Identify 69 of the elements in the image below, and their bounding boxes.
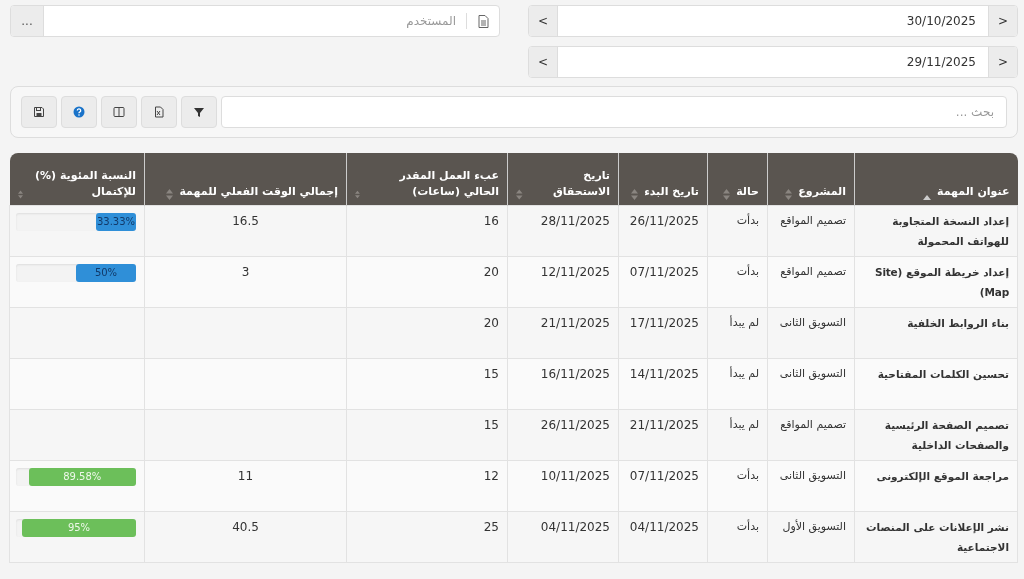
estimated-hours: 20 (483, 265, 499, 279)
filter-button[interactable] (181, 96, 217, 128)
actual-hours: 16.5 (232, 214, 259, 228)
actual-hours: 3 (241, 265, 250, 279)
progress-fill: 33.33% (96, 213, 136, 231)
due-date: 04/11/2025 (540, 520, 610, 534)
column-header[interactable]: حالة (736, 184, 759, 200)
previous-button[interactable]: < (529, 6, 557, 36)
progress-fill: 50% (76, 264, 136, 282)
task-title: تحسين الكلمات المفتاحية (877, 368, 1009, 380)
task-status: بدأت (736, 214, 759, 227)
column-header[interactable]: المشروع (798, 184, 846, 200)
task-title: نشر الإعلانات على المنصات الاجتماعية (866, 521, 1009, 553)
previous-button[interactable]: < (529, 47, 557, 77)
task-title: بناء الروابط الخلفية (907, 317, 1009, 329)
due-date: 21/11/2025 (540, 316, 610, 330)
more-button[interactable]: ... (11, 6, 44, 36)
columns-icon (113, 106, 125, 118)
estimated-hours: 12 (483, 469, 499, 483)
progress-fill: 89.58% (28, 468, 136, 486)
project-name: تصميم المواقع (780, 214, 846, 227)
start-date: 07/11/2025 (629, 265, 699, 279)
task-status: لم يبدأ (729, 316, 759, 329)
project-name: التسويق الثانى (779, 316, 846, 329)
task-title: إعداد النسخة المتجاوبة للهواتف المحمولة (892, 215, 1009, 247)
due-date: 12/11/2025 (540, 265, 610, 279)
project-name: تصميم المواقع (780, 418, 846, 431)
column-header[interactable]: تاريخ البدء (644, 184, 699, 200)
due-date: 28/11/2025 (540, 214, 610, 228)
task-status: بدأت (736, 265, 759, 278)
actual-hours: 11 (237, 469, 254, 483)
estimated-hours: 15 (483, 418, 499, 432)
project-name: التسويق الثانى (779, 469, 846, 482)
due-date: 26/11/2025 (540, 418, 610, 432)
task-title: مراجعة الموقع الإلكترونى (876, 470, 1009, 482)
columns-button[interactable] (101, 96, 137, 128)
start-date: 17/11/2025 (629, 316, 699, 330)
task-title: إعداد خريطة الموقع (Site Map) (875, 266, 1009, 298)
task-status: لم يبدأ (729, 418, 759, 431)
start-date: 04/11/2025 (629, 520, 699, 534)
column-header[interactable]: عنوان المهمة (937, 184, 1010, 200)
actual-hours: 40.5 (232, 520, 259, 534)
task-title: تصميم الصفحة الرئيسية والصفحات الداخلية (884, 419, 1009, 451)
next-button[interactable]: > (989, 6, 1017, 36)
start-date: 21/11/2025 (629, 418, 699, 432)
project-name: التسويق الأول (782, 520, 846, 533)
help-button[interactable] (61, 96, 97, 128)
save-icon (33, 106, 45, 118)
estimated-hours: 15 (483, 367, 499, 381)
help-icon (73, 106, 85, 118)
spreadsheet-icon (153, 106, 165, 118)
task-status: لم يبدأ (729, 367, 759, 380)
filter-icon (193, 106, 205, 118)
document-icon (477, 14, 489, 28)
start-date: 26/11/2025 (629, 214, 699, 228)
estimated-hours: 16 (483, 214, 499, 228)
due-date: 10/11/2025 (540, 469, 610, 483)
progress-fill: 95% (22, 519, 136, 537)
start-date: 14/11/2025 (629, 367, 699, 381)
task-status: بدأت (736, 469, 759, 482)
project-name: تصميم المواقع (780, 265, 846, 278)
project-name: التسويق الثانى (779, 367, 846, 380)
estimated-hours: 25 (483, 520, 499, 534)
start-date: 07/11/2025 (629, 469, 699, 483)
next-button[interactable]: > (989, 47, 1017, 77)
due-date: 16/11/2025 (540, 367, 610, 381)
save-button[interactable] (21, 96, 57, 128)
estimated-hours: 20 (483, 316, 499, 330)
task-status: بدأت (736, 520, 759, 533)
